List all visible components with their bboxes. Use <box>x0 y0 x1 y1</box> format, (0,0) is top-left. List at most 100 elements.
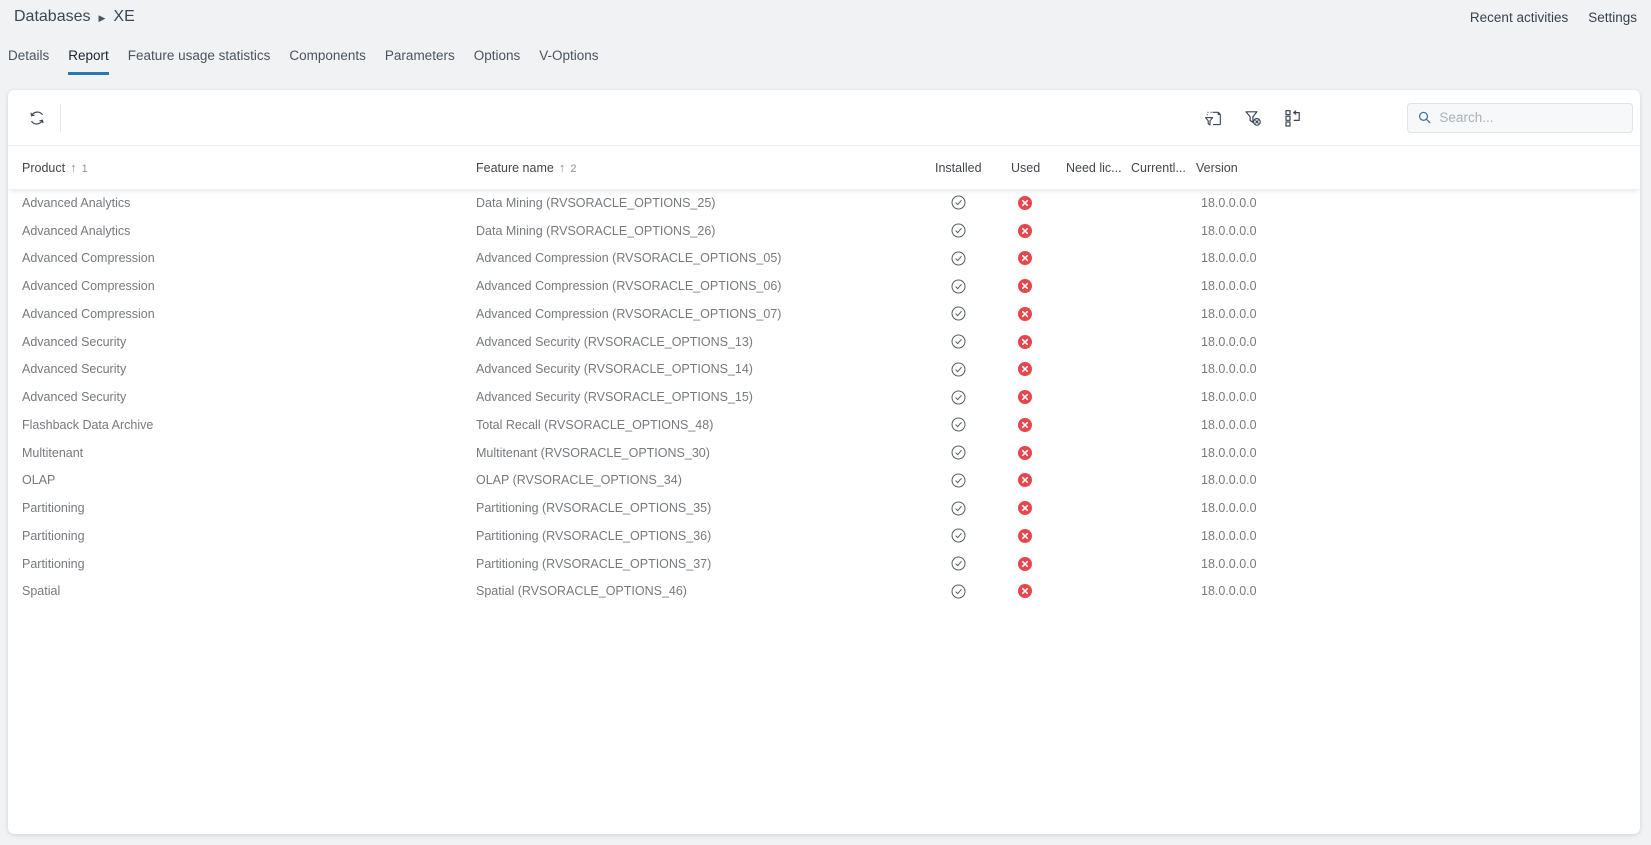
table-row[interactable]: Advanced AnalyticsData Mining (RVSORACLE… <box>8 189 1640 217</box>
not-used-cross-icon <box>1018 362 1032 376</box>
version-cell: 18.0.0.0.0 <box>1201 335 1640 349</box>
breadcrumb-current-database: XE <box>113 8 134 26</box>
product-cell: Advanced Analytics <box>22 224 476 238</box>
recent-activities-link[interactable]: Recent activities <box>1470 10 1568 25</box>
not-used-cross-icon <box>1018 501 1032 515</box>
filter-builder-button[interactable] <box>1196 101 1230 135</box>
feature-name-cell: Data Mining (RVSORACLE_OPTIONS_25) <box>476 196 935 210</box>
column-chooser-icon <box>1283 108 1303 128</box>
column-label: Installed <box>935 161 982 175</box>
table-row[interactable]: Advanced SecurityAdvanced Security (RVSO… <box>8 328 1640 356</box>
not-used-cross-icon <box>1018 279 1032 293</box>
column-label: Product <box>22 161 65 175</box>
installed-check-icon <box>951 362 966 377</box>
column-header-product[interactable]: Product↑1 <box>22 160 476 175</box>
tab-details[interactable]: Details <box>8 48 49 75</box>
table-row[interactable]: PartitioningPartitioning (RVSORACLE_OPTI… <box>8 550 1640 578</box>
used-cell <box>1011 307 1066 321</box>
product-cell: Advanced Security <box>22 335 476 349</box>
version-cell: 18.0.0.0.0 <box>1201 418 1640 432</box>
tab-components[interactable]: Components <box>289 48 366 75</box>
column-header-need-lic[interactable]: Need lic... <box>1066 161 1131 175</box>
product-cell: Spatial <box>22 584 476 598</box>
table-row[interactable]: MultitenantMultitenant (RVSORACLE_OPTION… <box>8 439 1640 467</box>
feature-name-cell: Advanced Compression (RVSORACLE_OPTIONS_… <box>476 251 935 265</box>
product-cell: Advanced Compression <box>22 307 476 321</box>
feature-name-cell: Total Recall (RVSORACLE_OPTIONS_48) <box>476 418 935 432</box>
used-cell <box>1011 196 1066 210</box>
installed-cell <box>935 528 1011 543</box>
not-used-cross-icon <box>1018 418 1032 432</box>
tab-v-options[interactable]: V-Options <box>539 48 598 75</box>
column-header-installed[interactable]: Installed <box>935 161 1011 175</box>
product-cell: Advanced Security <box>22 390 476 404</box>
version-cell: 18.0.0.0.0 <box>1201 307 1640 321</box>
version-cell: 18.0.0.0.0 <box>1201 196 1640 210</box>
table-row[interactable]: Advanced AnalyticsData Mining (RVSORACLE… <box>8 217 1640 245</box>
installed-check-icon <box>951 556 966 571</box>
tab-feature-usage-statistics[interactable]: Feature usage statistics <box>128 48 271 75</box>
version-cell: 18.0.0.0.0 <box>1201 224 1640 238</box>
table-row[interactable]: Advanced SecurityAdvanced Security (RVSO… <box>8 356 1640 384</box>
column-header-feature-name[interactable]: Feature name↑2 <box>476 160 935 175</box>
table-row[interactable]: PartitioningPartitioning (RVSORACLE_OPTI… <box>8 494 1640 522</box>
version-cell: 18.0.0.0.0 <box>1201 557 1640 571</box>
not-used-cross-icon <box>1018 473 1032 487</box>
used-cell <box>1011 529 1066 543</box>
search-input[interactable] <box>1439 110 1622 125</box>
tab-options[interactable]: Options <box>474 48 521 75</box>
feature-name-cell: Spatial (RVSORACLE_OPTIONS_46) <box>476 584 935 598</box>
not-used-cross-icon <box>1018 335 1032 349</box>
installed-cell <box>935 473 1011 488</box>
sort-order-badge: 2 <box>570 163 576 175</box>
table-row[interactable]: Advanced CompressionAdvanced Compression… <box>8 272 1640 300</box>
feature-name-cell: Advanced Security (RVSORACLE_OPTIONS_14) <box>476 362 935 376</box>
not-used-cross-icon <box>1018 251 1032 265</box>
installed-cell <box>935 195 1011 210</box>
table-row[interactable]: OLAPOLAP (RVSORACLE_OPTIONS_34) 18.0.0.0.… <box>8 467 1640 495</box>
not-used-cross-icon <box>1018 224 1032 238</box>
toolbar-right-group <box>1196 101 1633 135</box>
settings-link[interactable]: Settings <box>1588 10 1637 25</box>
toolbar-divider <box>60 104 61 132</box>
used-cell <box>1011 251 1066 265</box>
used-cell <box>1011 279 1066 293</box>
breadcrumb-databases[interactable]: Databases <box>14 8 91 26</box>
table-row[interactable]: SpatialSpatial (RVSORACLE_OPTIONS_46)18.… <box>8 578 1640 606</box>
product-cell: OLAP <box>22 473 476 487</box>
not-used-cross-icon <box>1018 584 1032 598</box>
installed-check-icon <box>951 584 966 599</box>
used-cell <box>1011 418 1066 432</box>
installed-cell <box>935 334 1011 349</box>
column-header-used[interactable]: Used <box>1011 161 1066 175</box>
refresh-button[interactable] <box>20 101 54 135</box>
version-cell: 18.0.0.0.0 <box>1201 473 1640 487</box>
filter-builder-icon <box>1203 108 1223 128</box>
tab-report[interactable]: Report <box>68 48 109 75</box>
table-row[interactable]: Advanced SecurityAdvanced Security (RVSO… <box>8 383 1640 411</box>
version-cell: 18.0.0.0.0 <box>1201 251 1640 265</box>
table-row[interactable]: PartitioningPartitioning (RVSORACLE_OPTI… <box>8 522 1640 550</box>
grid-toolbar <box>8 90 1640 145</box>
installed-check-icon <box>951 334 966 349</box>
used-cell <box>1011 335 1066 349</box>
feature-name-cell: OLAP (RVSORACLE_OPTIONS_34) <box>476 473 935 487</box>
installed-cell <box>935 362 1011 377</box>
installed-check-icon <box>951 390 966 405</box>
tab-parameters[interactable]: Parameters <box>385 48 455 75</box>
version-cell: 18.0.0.0.0 <box>1201 501 1640 515</box>
table-row[interactable]: Flashback Data ArchiveTotal Recall (RVSO… <box>8 411 1640 439</box>
clear-filter-button[interactable] <box>1236 101 1270 135</box>
column-header-currentl[interactable]: Currentl... <box>1131 161 1196 175</box>
used-cell <box>1011 224 1066 238</box>
feature-name-cell: Partitioning (RVSORACLE_OPTIONS_35) <box>476 501 935 515</box>
table-row[interactable]: Advanced CompressionAdvanced Compression… <box>8 300 1640 328</box>
not-used-cross-icon <box>1018 307 1032 321</box>
breadcrumb: Databases ▶ XE <box>14 8 135 26</box>
column-header-version[interactable]: Version <box>1196 161 1640 175</box>
tab-bar: Details Report Feature usage statistics Com… <box>0 34 1651 75</box>
installed-cell <box>935 279 1011 294</box>
column-chooser-button[interactable] <box>1276 101 1310 135</box>
table-row[interactable]: Advanced CompressionAdvanced Compression… <box>8 245 1640 273</box>
not-used-cross-icon <box>1018 196 1032 210</box>
